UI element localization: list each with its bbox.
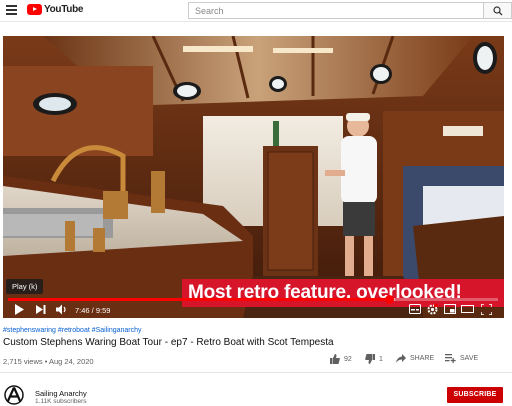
progress-played (8, 298, 390, 301)
views-and-date: 2,715 views • Aug 24, 2020 (3, 357, 94, 366)
play-icon[interactable] (14, 304, 24, 315)
logo-text: YouTube (44, 4, 84, 15)
playlist-add-icon (445, 354, 456, 363)
share-label: SHARE (410, 355, 435, 362)
channel-name[interactable]: Sailing Anarchy (35, 389, 87, 398)
top-header: YouTube Search (0, 0, 512, 22)
divider (0, 372, 512, 373)
progress-bar[interactable] (8, 295, 498, 304)
youtube-logo[interactable]: YouTube (27, 4, 84, 15)
play-tooltip: Play (k) (6, 279, 44, 294)
share-button[interactable]: SHARE (396, 354, 434, 363)
like-button[interactable]: 92 (330, 354, 352, 364)
search-icon (493, 6, 503, 16)
save-button[interactable]: SAVE (445, 354, 478, 363)
video-title: Custom Stephens Waring Boat Tour - ep7 -… (3, 337, 334, 348)
volume-icon[interactable] (56, 304, 68, 315)
search-button[interactable] (484, 2, 512, 19)
like-count: 92 (344, 355, 352, 363)
time-display: 7:46 / 9:59 (75, 306, 111, 315)
dislike-button[interactable]: 1 (365, 354, 383, 364)
hashtags-link[interactable]: #stephenswaring #retroboat #Sailinganarc… (3, 327, 142, 334)
subtitles-icon[interactable] (409, 304, 421, 314)
settings-icon[interactable] (427, 304, 438, 315)
channel-avatar[interactable] (4, 385, 24, 405)
next-icon[interactable] (36, 304, 46, 315)
search-input[interactable]: Search (188, 2, 484, 19)
video-player[interactable]: Most retro feature, overlooked! (3, 36, 504, 318)
share-icon (396, 354, 406, 363)
thumbs-up-icon (330, 354, 340, 364)
save-label: SAVE (460, 355, 479, 362)
fullscreen-icon[interactable] (481, 304, 492, 315)
player-controls: 7:46 / 9:59 (3, 302, 504, 318)
miniplayer-icon[interactable] (444, 304, 456, 314)
menu-icon[interactable] (6, 5, 17, 16)
youtube-play-icon (27, 4, 42, 15)
thumbs-down-icon (365, 354, 375, 364)
youtube-watch-page: YouTube Search Most retro feature, overl… (0, 0, 512, 406)
subscriber-count: 1.11K subscribers (35, 398, 87, 405)
theater-mode-icon[interactable] (461, 304, 474, 314)
video-frame (3, 36, 504, 318)
dislike-count: 1 (379, 355, 383, 363)
subscribe-button[interactable]: SUBSCRIBE (447, 387, 503, 403)
